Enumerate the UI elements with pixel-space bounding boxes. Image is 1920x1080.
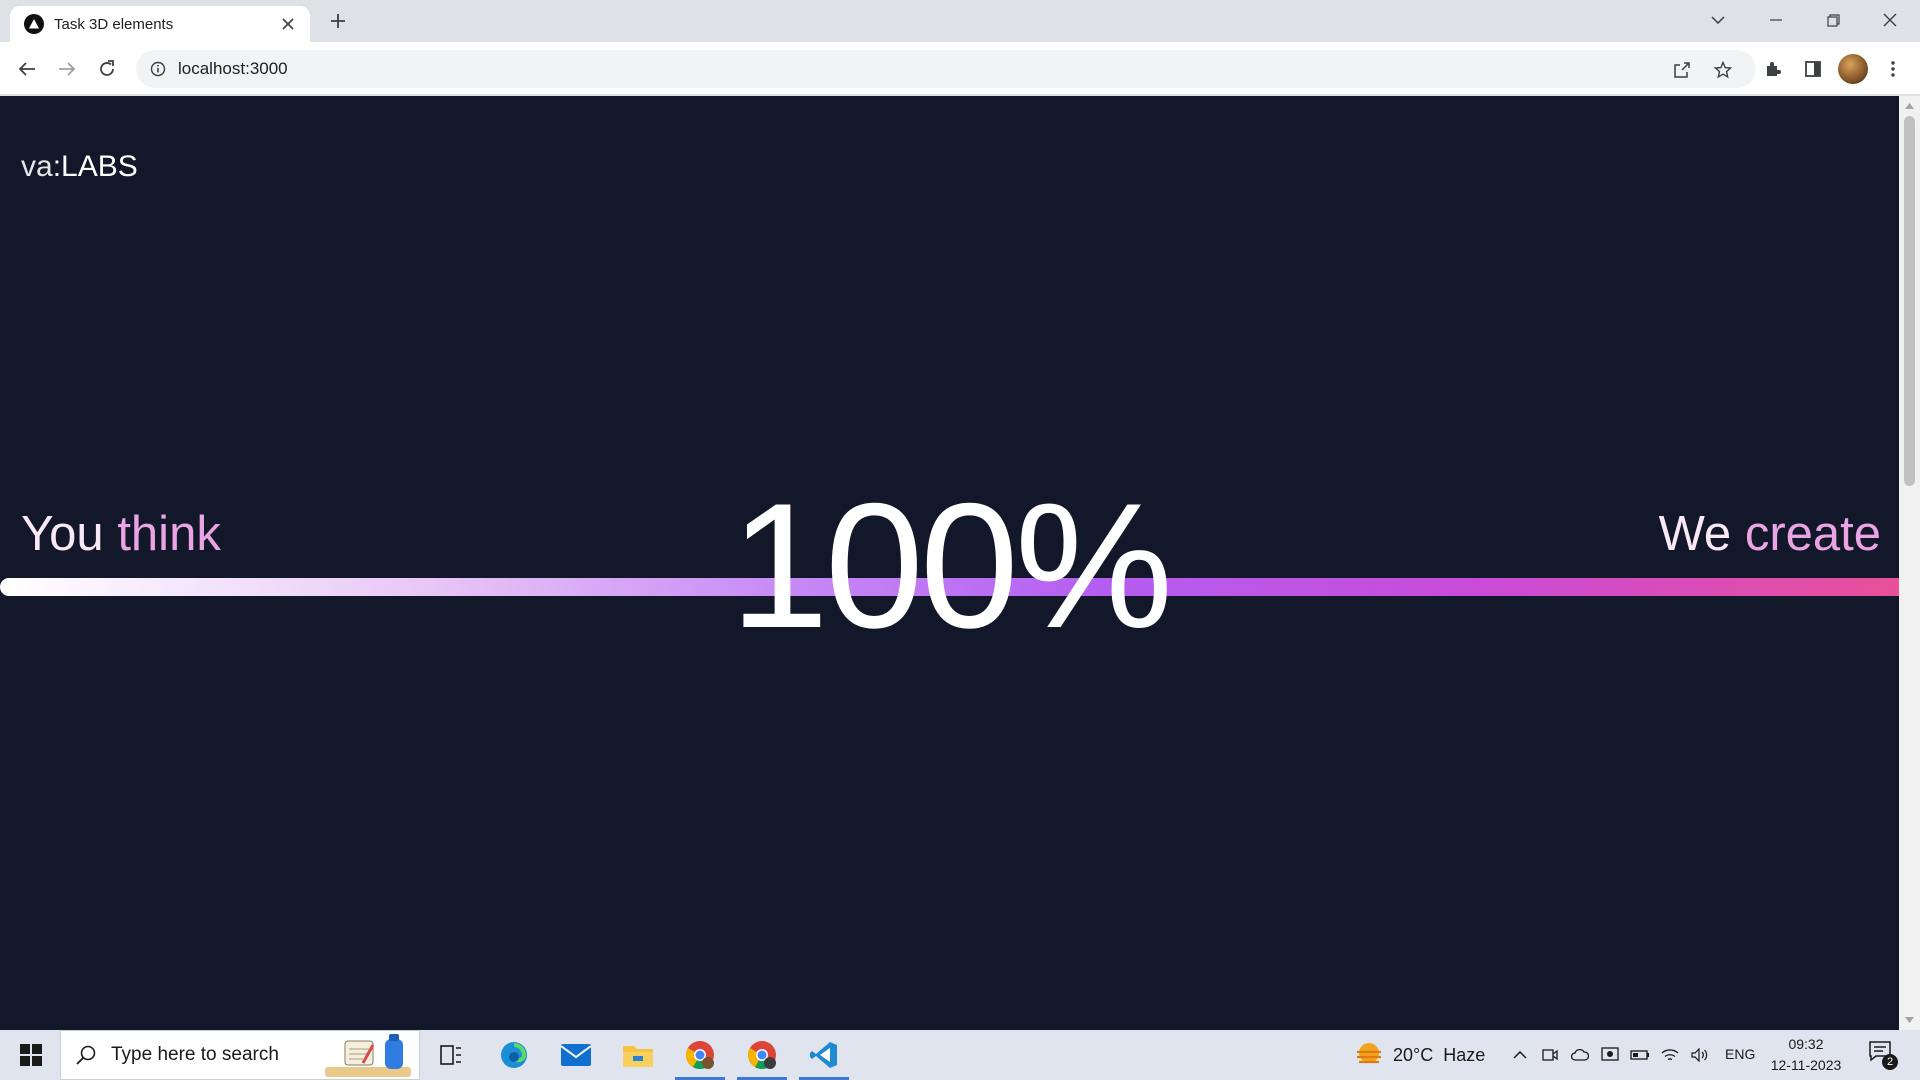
file-explorer-icon[interactable]	[609, 1030, 667, 1080]
vercel-favicon-icon	[24, 14, 44, 34]
clock-date: 12-11-2023	[1770, 1057, 1842, 1073]
browser-toolbar: localhost:3000	[0, 42, 1920, 95]
url-text[interactable]: localhost:3000	[178, 59, 288, 79]
profile-avatar[interactable]	[1838, 54, 1868, 84]
chrome-taskbar-icon[interactable]	[671, 1030, 729, 1080]
notification-count-badge: 2	[1882, 1054, 1898, 1070]
close-window-icon[interactable]	[1862, 0, 1918, 40]
restore-window-icon[interactable]	[1805, 0, 1861, 40]
haze-sun-icon	[1355, 1042, 1383, 1068]
taskbar-search-box[interactable]: Type here to search	[60, 1030, 420, 1080]
mail-icon[interactable]	[547, 1030, 605, 1080]
onedrive-cloud-icon[interactable]	[1570, 1045, 1590, 1065]
windows-start-icon[interactable]	[2, 1030, 60, 1080]
browser-tab[interactable]: Task 3D elements	[10, 6, 310, 42]
loading-percent: 100%	[729, 466, 1173, 665]
share-icon[interactable]	[1671, 59, 1693, 81]
back-arrow-icon[interactable]	[13, 55, 41, 83]
task-view-icon[interactable]	[422, 1030, 480, 1080]
battery-icon[interactable]	[1630, 1045, 1650, 1065]
browser-menu-kebab-icon[interactable]	[1879, 55, 1907, 83]
notification-center-icon[interactable]: 2	[1868, 1040, 1898, 1070]
search-highlight-illustration-icon	[323, 1033, 413, 1077]
windows-taskbar: Type here to search 20°C Haze ENG 09:32 …	[0, 1030, 1920, 1080]
tab-search-chevron-down-icon[interactable]	[1690, 0, 1746, 40]
new-tab-button[interactable]	[326, 9, 350, 33]
meet-camera-icon[interactable]	[1540, 1045, 1560, 1065]
weather-desc: Haze	[1443, 1044, 1486, 1065]
show-hidden-icons-chevron-up-icon[interactable]	[1510, 1045, 1530, 1065]
forward-arrow-icon[interactable]	[53, 55, 81, 83]
brand-prefix: va	[21, 150, 53, 183]
security-center-icon[interactable]	[1600, 1045, 1620, 1065]
site-info-icon[interactable]	[150, 61, 166, 77]
weather-temp: 20°C	[1393, 1044, 1434, 1065]
vscode-icon[interactable]	[795, 1030, 853, 1080]
browser-tabstrip: Task 3D elements	[0, 0, 1920, 42]
reload-icon[interactable]	[93, 55, 121, 83]
input-language[interactable]: ENG	[1725, 1046, 1755, 1062]
side-panel-icon[interactable]	[1799, 55, 1827, 83]
page-viewport: va:LABS You think We create 100%	[0, 96, 1899, 1030]
taskbar-clock[interactable]: 09:32 12-11-2023	[1766, 1034, 1846, 1076]
chrome-profile-taskbar-icon[interactable]	[733, 1030, 791, 1080]
extensions-puzzle-icon[interactable]	[1759, 55, 1787, 83]
search-icon	[75, 1044, 97, 1066]
scroll-up-arrow-icon[interactable]	[1904, 100, 1915, 111]
page-scrollbar[interactable]	[1899, 96, 1920, 1030]
wifi-icon[interactable]	[1660, 1045, 1680, 1065]
scroll-down-arrow-icon[interactable]	[1904, 1014, 1915, 1025]
volume-icon[interactable]	[1690, 1045, 1710, 1065]
close-tab-icon[interactable]	[278, 14, 298, 34]
edge-browser-icon[interactable]	[485, 1030, 543, 1080]
scrollbar-thumb[interactable]	[1904, 116, 1915, 486]
brand-logo[interactable]: va:LABS	[21, 150, 138, 184]
search-placeholder: Type here to search	[111, 1044, 279, 1065]
bookmark-star-icon[interactable]	[1712, 59, 1734, 81]
weather-widget[interactable]: 20°C Haze	[1355, 1030, 1485, 1080]
brand-suffix: :LABS	[52, 150, 138, 183]
tab-title: Task 3D elements	[54, 15, 174, 33]
clock-time: 09:32	[1788, 1036, 1824, 1052]
minimize-window-icon[interactable]	[1748, 0, 1804, 40]
address-bar[interactable]: localhost:3000	[136, 50, 1756, 88]
